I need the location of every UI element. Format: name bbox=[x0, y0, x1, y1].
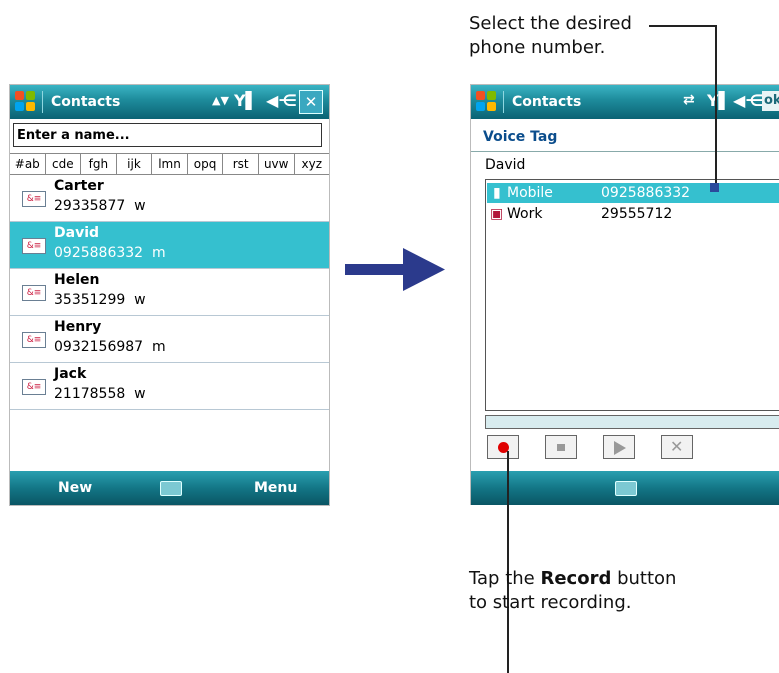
contact-number: 29335877 bbox=[54, 198, 126, 214]
annotation-record: Tap the Record button to start recording… bbox=[469, 567, 676, 615]
start-menu-icon[interactable] bbox=[476, 91, 498, 113]
contact-number: 21178558 bbox=[54, 386, 126, 402]
phone-number-item-selected[interactable]: ▮ Mobile 0925886332 bbox=[487, 183, 779, 203]
delete-button[interactable]: ✕ bbox=[661, 435, 693, 459]
start-menu-icon[interactable] bbox=[15, 91, 37, 113]
contact-name: Henry bbox=[54, 319, 102, 335]
phone-number-list: ▮ Mobile 0925886332 ▣ Work 29555712 bbox=[485, 179, 779, 411]
contact-list-item[interactable]: &≡ Helen 35351299 w bbox=[10, 269, 329, 316]
phone-number: 29555712 bbox=[601, 206, 673, 222]
annotation-text: phone number. bbox=[469, 37, 606, 58]
alpha-tab[interactable]: cde bbox=[46, 154, 82, 174]
callout-marker bbox=[710, 183, 719, 192]
annotation-text: Select the desired bbox=[469, 13, 632, 34]
play-icon bbox=[614, 441, 626, 455]
phone-label: Mobile bbox=[507, 185, 553, 201]
annotation-text: to start recording. bbox=[469, 592, 632, 613]
data-connection-icon[interactable]: ▲▼ bbox=[212, 94, 229, 107]
volume-icon[interactable]: ◀⋲ bbox=[266, 91, 297, 110]
annotation-select-number: Select the desired phone number. bbox=[469, 12, 632, 60]
keyboard-icon[interactable] bbox=[615, 481, 637, 496]
close-icon[interactable]: ✕ bbox=[299, 90, 323, 114]
alpha-tab[interactable]: fgh bbox=[81, 154, 117, 174]
title-bar: Contacts ▲▼ Y▌ ◀⋲ ✕ bbox=[10, 85, 329, 119]
ok-button[interactable]: ok bbox=[762, 91, 779, 111]
recording-progress-bar bbox=[485, 415, 779, 429]
right-arrow-icon bbox=[345, 248, 445, 291]
phone-number: 0925886332 bbox=[601, 185, 691, 201]
contact-number-line: 29335877 w bbox=[54, 198, 146, 214]
contact-card-icon: &≡ bbox=[22, 285, 46, 301]
alpha-tab[interactable]: lmn bbox=[152, 154, 188, 174]
contact-card-icon: &≡ bbox=[22, 379, 46, 395]
alpha-tab[interactable]: #ab bbox=[10, 154, 46, 174]
callout-line bbox=[649, 25, 717, 27]
search-input[interactable]: Enter a name... bbox=[13, 123, 322, 147]
contact-card-icon: &≡ bbox=[22, 238, 46, 254]
alpha-tab[interactable]: rst bbox=[223, 154, 259, 174]
soft-key-bar: New Menu bbox=[10, 471, 329, 505]
annotation-text-line: Tap the Record button bbox=[469, 567, 676, 591]
signal-icon[interactable]: Y▌ bbox=[234, 91, 258, 110]
contacts-screen: Contacts ▲▼ Y▌ ◀⋲ ✕ Enter a name... #ab … bbox=[9, 84, 330, 506]
sync-icon[interactable]: ⇄ bbox=[683, 92, 695, 108]
contact-number-line: 0932156987 m bbox=[54, 339, 166, 355]
annotation-text: Tap the bbox=[469, 568, 541, 589]
contact-number-type: w bbox=[134, 198, 146, 214]
new-softkey[interactable]: New bbox=[58, 480, 92, 496]
contact-number-line: 0925886332 m bbox=[54, 245, 166, 261]
signal-icon[interactable]: Y▌ bbox=[707, 91, 731, 110]
contact-card-icon: &≡ bbox=[22, 332, 46, 348]
menu-softkey[interactable]: Menu bbox=[254, 480, 297, 496]
contact-list-item[interactable]: &≡ Henry 0932156987 m bbox=[10, 316, 329, 363]
contact-card-icon: &≡ bbox=[22, 191, 46, 207]
voice-tag-screen: Contacts ⇄ Y▌ ◀⋲ ok Voice Tag David ▮ Mo… bbox=[470, 84, 779, 505]
contact-number-line: 35351299 w bbox=[54, 292, 146, 308]
contact-number-line: 21178558 w bbox=[54, 386, 146, 402]
contact-number-type: w bbox=[134, 292, 146, 308]
stop-button[interactable] bbox=[545, 435, 577, 459]
title-bar: Contacts ⇄ Y▌ ◀⋲ ok bbox=[471, 85, 779, 119]
contact-list-item-selected[interactable]: &≡ David 0925886332 m bbox=[10, 222, 329, 269]
mobile-phone-icon: ▮ bbox=[493, 185, 501, 201]
contact-name: David bbox=[485, 157, 526, 173]
contact-number-type: m bbox=[151, 245, 166, 261]
contact-name: Jack bbox=[54, 366, 87, 382]
alpha-tab[interactable]: xyz bbox=[295, 154, 330, 174]
phone-label: Work bbox=[507, 206, 543, 222]
alpha-tab[interactable]: opq bbox=[188, 154, 224, 174]
alphabet-tabs: #ab cde fgh ijk lmn opq rst uvw xyz bbox=[10, 153, 329, 175]
annotation-text: button bbox=[611, 568, 677, 589]
volume-icon[interactable]: ◀⋲ bbox=[733, 91, 764, 110]
alpha-tab[interactable]: uvw bbox=[259, 154, 295, 174]
annotation-text-bold: Record bbox=[540, 568, 612, 589]
record-button[interactable] bbox=[487, 435, 519, 459]
contact-list-item[interactable]: &≡ Jack 21178558 w bbox=[10, 363, 329, 410]
contact-number-type: m bbox=[151, 339, 166, 355]
keyboard-icon[interactable] bbox=[160, 481, 182, 496]
play-button[interactable] bbox=[603, 435, 635, 459]
contact-name: Helen bbox=[54, 272, 100, 288]
contact-name: Carter bbox=[54, 178, 104, 194]
stop-icon bbox=[557, 444, 565, 451]
delete-x-icon: ✕ bbox=[670, 437, 684, 456]
work-briefcase-icon: ▣ bbox=[490, 206, 504, 222]
contact-number: 0925886332 bbox=[54, 245, 144, 261]
app-title: Contacts bbox=[512, 94, 582, 110]
app-title: Contacts bbox=[51, 94, 121, 110]
contact-list-item[interactable]: &≡ Carter 29335877 w bbox=[10, 175, 329, 222]
contact-number: 0932156987 bbox=[54, 339, 144, 355]
soft-key-bar bbox=[471, 471, 779, 505]
contact-name: David bbox=[54, 225, 100, 241]
alpha-tab[interactable]: ijk bbox=[117, 154, 153, 174]
contact-number-type: w bbox=[134, 386, 146, 402]
callout-line bbox=[507, 451, 509, 673]
section-title: Voice Tag bbox=[483, 129, 558, 145]
contact-number: 35351299 bbox=[54, 292, 126, 308]
callout-line bbox=[715, 25, 717, 187]
phone-number-item[interactable]: ▣ Work 29555712 bbox=[487, 204, 779, 224]
